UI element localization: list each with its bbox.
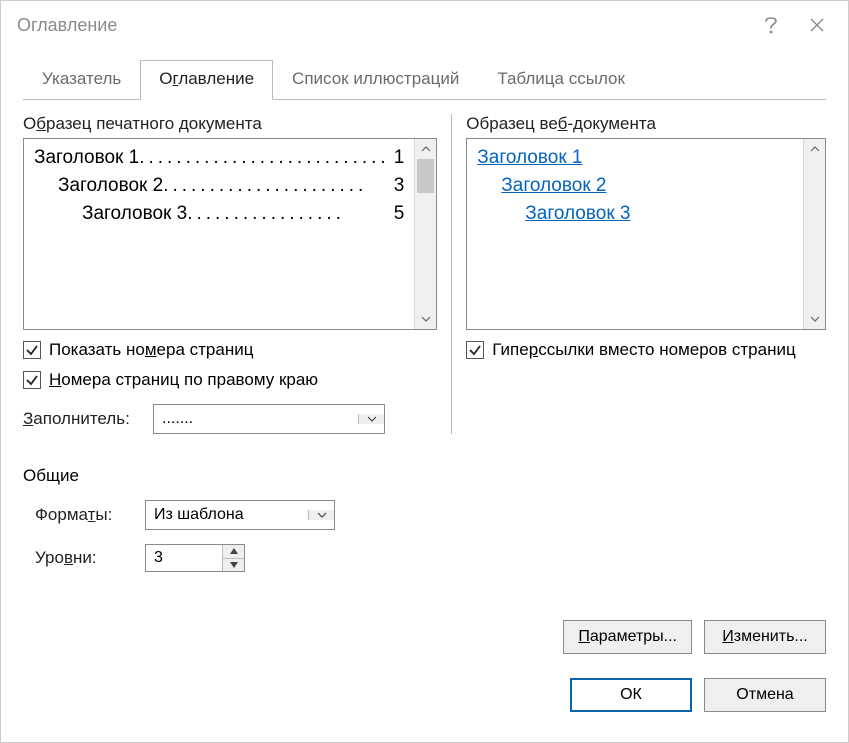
web-preview-label: Образец веб-документа bbox=[466, 114, 826, 134]
toc-row: Заголовок 1 ........................... … bbox=[34, 147, 404, 169]
hyperlinks-checkbox[interactable]: Гиперссылки вместо номеров страниц bbox=[466, 340, 826, 360]
ok-button[interactable]: ОК bbox=[570, 678, 692, 712]
options-button-row: Параметры... Изменить... bbox=[23, 620, 826, 654]
cancel-button[interactable]: Отмена bbox=[704, 678, 826, 712]
dialog-content: Указатель Оглавление Список иллюстраций … bbox=[1, 49, 848, 742]
modify-button[interactable]: Изменить... bbox=[704, 620, 826, 654]
show-page-numbers-checkbox[interactable]: Показать номера страниц bbox=[23, 340, 437, 360]
leader-label: Заполнитель: bbox=[23, 409, 153, 429]
web-preview-content: Заголовок 1 Заголовок 2 Заголовок 3 bbox=[467, 139, 803, 329]
checkbox-label: Показать номера страниц bbox=[49, 340, 253, 360]
leader-combobox[interactable]: ....... bbox=[153, 404, 385, 434]
tab-figures[interactable]: Список иллюстраций bbox=[273, 60, 478, 100]
close-button[interactable] bbox=[794, 9, 840, 41]
tab-refs[interactable]: Таблица ссылок bbox=[478, 60, 644, 100]
column-divider bbox=[451, 114, 452, 434]
checkbox-label: Номера страниц по правому краю bbox=[49, 370, 318, 390]
scroll-up-icon[interactable] bbox=[415, 139, 436, 159]
help-button[interactable] bbox=[748, 9, 794, 41]
scroll-up-icon[interactable] bbox=[804, 139, 825, 159]
options-button[interactable]: Параметры... bbox=[563, 620, 692, 654]
spinner-up-icon[interactable] bbox=[223, 545, 244, 558]
tab-index[interactable]: Указатель bbox=[23, 60, 140, 100]
general-group-label: Общие bbox=[23, 466, 826, 486]
formats-value: Из шаблона bbox=[146, 506, 308, 524]
toc-row: Заголовок 3 ................. 5 bbox=[82, 203, 404, 225]
web-link: Заголовок 3 bbox=[525, 203, 793, 225]
toc-dialog: Оглавление Указатель Оглавление Список и… bbox=[0, 0, 849, 743]
levels-field: Уровни: 3 bbox=[35, 544, 826, 572]
levels-value: 3 bbox=[146, 545, 222, 571]
web-preview-column: Образец веб-документа Заголовок 1 Заголо… bbox=[466, 114, 826, 434]
levels-spinner[interactable]: 3 bbox=[145, 544, 245, 572]
formats-combobox[interactable]: Из шаблона bbox=[145, 500, 335, 530]
tab-toc[interactable]: Оглавление bbox=[140, 60, 273, 100]
levels-label: Уровни: bbox=[35, 548, 145, 568]
print-preview-label: Образец печатного документа bbox=[23, 114, 437, 134]
print-preview-scrollbar[interactable] bbox=[414, 139, 436, 329]
formats-label: Форматы: bbox=[35, 505, 145, 525]
scroll-down-icon[interactable] bbox=[415, 309, 436, 329]
print-preview-box: Заголовок 1 ........................... … bbox=[23, 138, 437, 330]
web-preview-scrollbar[interactable] bbox=[803, 139, 825, 329]
formats-field: Форматы: Из шаблона bbox=[35, 500, 826, 530]
scroll-thumb[interactable] bbox=[417, 159, 434, 193]
web-preview-box: Заголовок 1 Заголовок 2 Заголовок 3 bbox=[466, 138, 826, 330]
right-align-checkbox[interactable]: Номера страниц по правому краю bbox=[23, 370, 437, 390]
tab-bar: Указатель Оглавление Список иллюстраций … bbox=[23, 59, 826, 100]
toc-row: Заголовок 2 ...................... 3 bbox=[58, 175, 404, 197]
spinner-down-icon[interactable] bbox=[223, 558, 244, 572]
checkbox-label: Гиперссылки вместо номеров страниц bbox=[492, 340, 795, 360]
chevron-down-icon[interactable] bbox=[308, 510, 334, 520]
titlebar: Оглавление bbox=[1, 1, 848, 49]
web-link: Заголовок 1 bbox=[477, 147, 793, 169]
leader-field: Заполнитель: ....... bbox=[23, 404, 437, 434]
dialog-title: Оглавление bbox=[17, 15, 748, 36]
leader-value: ....... bbox=[154, 410, 358, 428]
checkbox-icon bbox=[466, 341, 484, 359]
checkbox-icon bbox=[23, 341, 41, 359]
checkbox-icon bbox=[23, 371, 41, 389]
web-link: Заголовок 2 bbox=[501, 175, 793, 197]
print-preview-column: Образец печатного документа Заголовок 1 … bbox=[23, 114, 437, 434]
scroll-down-icon[interactable] bbox=[804, 309, 825, 329]
chevron-down-icon[interactable] bbox=[358, 414, 384, 424]
print-preview-content: Заголовок 1 ........................... … bbox=[24, 139, 414, 329]
dialog-footer: ОК Отмена bbox=[23, 678, 826, 712]
